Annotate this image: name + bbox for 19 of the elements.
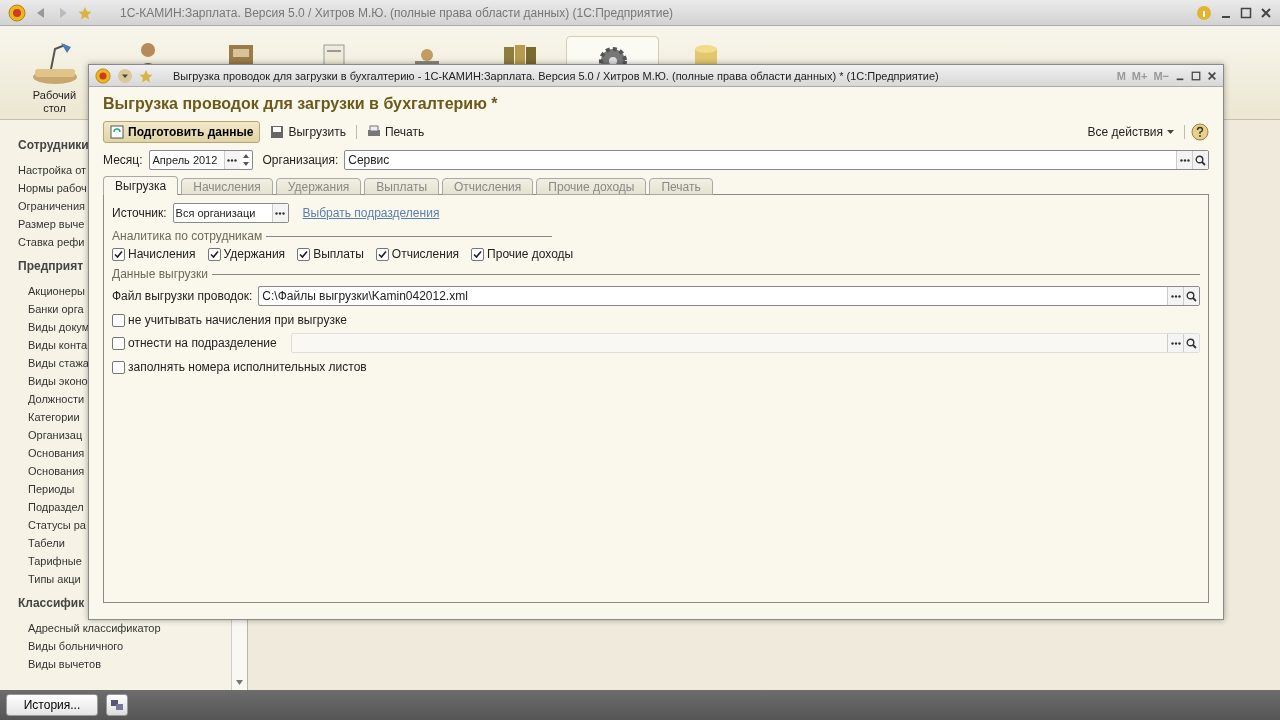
checkbox-label: отнести на подразделение bbox=[128, 336, 278, 350]
window-title: 1С-КАМИН:Зарплата. Версия 5.0 / Хитров М.Ю. (полные права области данных) (1С:Предприятие) bbox=[120, 5, 675, 20]
source-label: Источник: bbox=[112, 206, 167, 220]
sidebar-group-title: Классифик bbox=[18, 595, 86, 612]
file-label: Файл выгрузки проводок: bbox=[112, 289, 253, 303]
checkbox-label: Выплаты bbox=[313, 247, 364, 261]
checkbox-label: Отчисления bbox=[391, 247, 460, 261]
checkbox-label: заполнять номера исполнительных листов bbox=[128, 360, 367, 374]
group-title: Аналитика по сотрудникам bbox=[112, 229, 263, 243]
sidebar-group-title: Сотрудники bbox=[18, 137, 90, 154]
checkbox-label: Начисления bbox=[128, 247, 196, 261]
checkbox-label: не учитывать начисления при выгрузке bbox=[128, 313, 347, 327]
form-heading: Выгрузка проводок для загрузки в бухгалтерию * bbox=[103, 95, 499, 113]
checkbox-label: Прочие доходы bbox=[487, 247, 574, 261]
checkbox-label: Удержания bbox=[223, 247, 286, 261]
group-title: Данные выгрузки bbox=[112, 267, 209, 281]
organization-label: Организация: bbox=[262, 153, 339, 167]
month-label: Месяц: bbox=[103, 153, 143, 167]
dialog-title: Выгрузка проводок для загрузки в бухгалтерию - 1С-КАМИН:Зарплата. Версия 5.0 / Хитров М.Ю. (полные права области данных) * (1С:Предприятие) bbox=[173, 69, 940, 82]
